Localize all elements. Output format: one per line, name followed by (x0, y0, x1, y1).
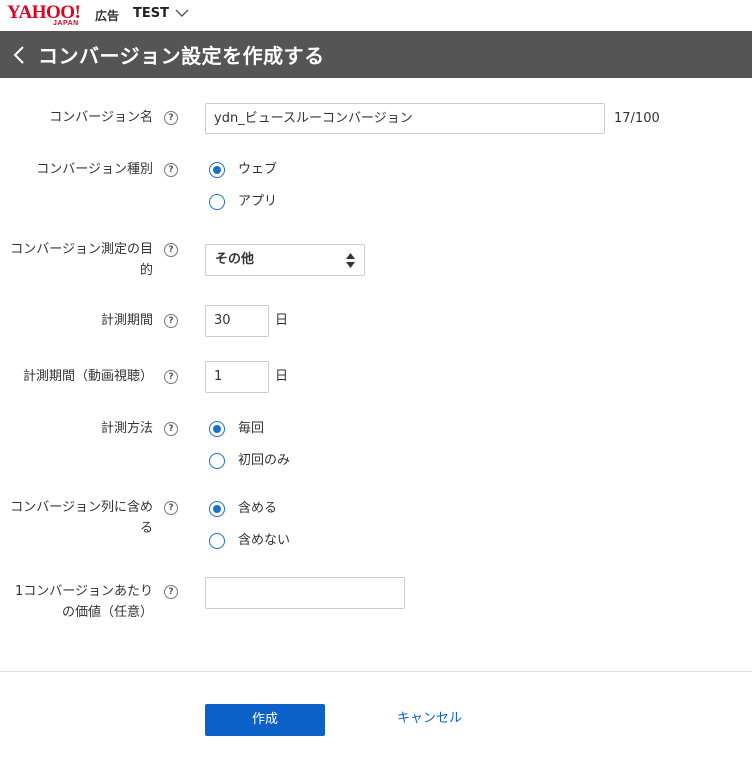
service-name: 広告 (95, 9, 120, 23)
radio-label: アプリ (238, 194, 278, 209)
cancel-link[interactable]: キャンセル (397, 709, 462, 729)
value-label-line1: 1コンバージョンあたり (14, 584, 153, 599)
radio-unchecked-icon (209, 194, 225, 210)
radio-include[interactable]: 含める (209, 499, 277, 519)
period-input[interactable]: 30 (205, 305, 269, 337)
conversion-name-input[interactable]: ydn_ビュースルーコンバージョン (205, 103, 605, 134)
chevron-down-icon (175, 9, 189, 17)
radio-first-only[interactable]: 初回のみ (209, 451, 290, 471)
page-title: コンバージョン設定を作成する (38, 44, 325, 68)
include-column-label-line1: コンバージョン列に含め (10, 500, 153, 515)
conversion-name-label: コンバージョン名 (49, 110, 153, 125)
purpose-label-line2: 的 (139, 263, 153, 278)
account-name: TEST (133, 6, 169, 21)
help-icon[interactable]: ? (164, 585, 178, 599)
help-icon[interactable]: ? (164, 314, 178, 328)
period-label: 計測期間 (100, 313, 153, 328)
help-icon[interactable]: ? (164, 243, 178, 257)
radio-checked-icon (209, 501, 225, 517)
char-counter: 17/100 (614, 111, 660, 126)
help-icon[interactable]: ? (164, 111, 178, 125)
period-video-label: 計測期間（動画視聴） (22, 369, 153, 384)
help-icon[interactable]: ? (164, 422, 178, 436)
purpose-label-line1: コンバージョン測定の目 (10, 242, 153, 257)
value-label-line2: の価値（任意） (61, 605, 153, 620)
sort-arrows-icon (346, 253, 355, 268)
page-header: コンバージョン設定を作成する (0, 31, 752, 78)
logo-subtext: JAPAN (53, 20, 79, 27)
radio-checked-icon (209, 162, 225, 178)
radio-label: 含めない (238, 533, 291, 548)
period-unit: 日 (275, 313, 289, 328)
conversion-type-label: コンバージョン種別 (36, 162, 153, 177)
back-button[interactable] (0, 31, 38, 78)
value-input[interactable] (205, 577, 405, 609)
period-video-input[interactable]: 1 (205, 361, 269, 393)
method-label: 計測方法 (100, 421, 153, 436)
radio-web[interactable]: ウェブ (209, 160, 277, 180)
radio-app[interactable]: アプリ (209, 192, 277, 212)
top-bar: YAHOO! JAPAN 広告 TEST (0, 0, 752, 31)
create-button[interactable]: 作成 (205, 704, 325, 736)
account-switcher[interactable]: TEST (133, 6, 189, 21)
help-icon[interactable]: ? (164, 370, 178, 384)
radio-unchecked-icon (209, 453, 225, 469)
radio-checked-icon (209, 421, 225, 437)
help-icon[interactable]: ? (164, 501, 178, 515)
chevron-left-icon (13, 45, 24, 64)
yahoo-japan-logo[interactable]: YAHOO! JAPAN (7, 3, 91, 27)
radio-unchecked-icon (209, 533, 225, 549)
footer-divider (0, 671, 752, 672)
radio-label: ウェブ (238, 162, 278, 177)
radio-label: 含める (238, 501, 278, 516)
period-video-unit: 日 (275, 369, 289, 384)
purpose-selected-value: その他 (215, 252, 255, 267)
radio-label: 初回のみ (238, 453, 291, 468)
radio-exclude[interactable]: 含めない (209, 531, 290, 551)
help-icon[interactable]: ? (164, 163, 178, 177)
radio-every-time[interactable]: 毎回 (209, 419, 264, 439)
radio-label: 毎回 (238, 421, 265, 436)
include-column-label-line2: る (139, 521, 153, 536)
purpose-select[interactable]: その他 (205, 244, 365, 276)
